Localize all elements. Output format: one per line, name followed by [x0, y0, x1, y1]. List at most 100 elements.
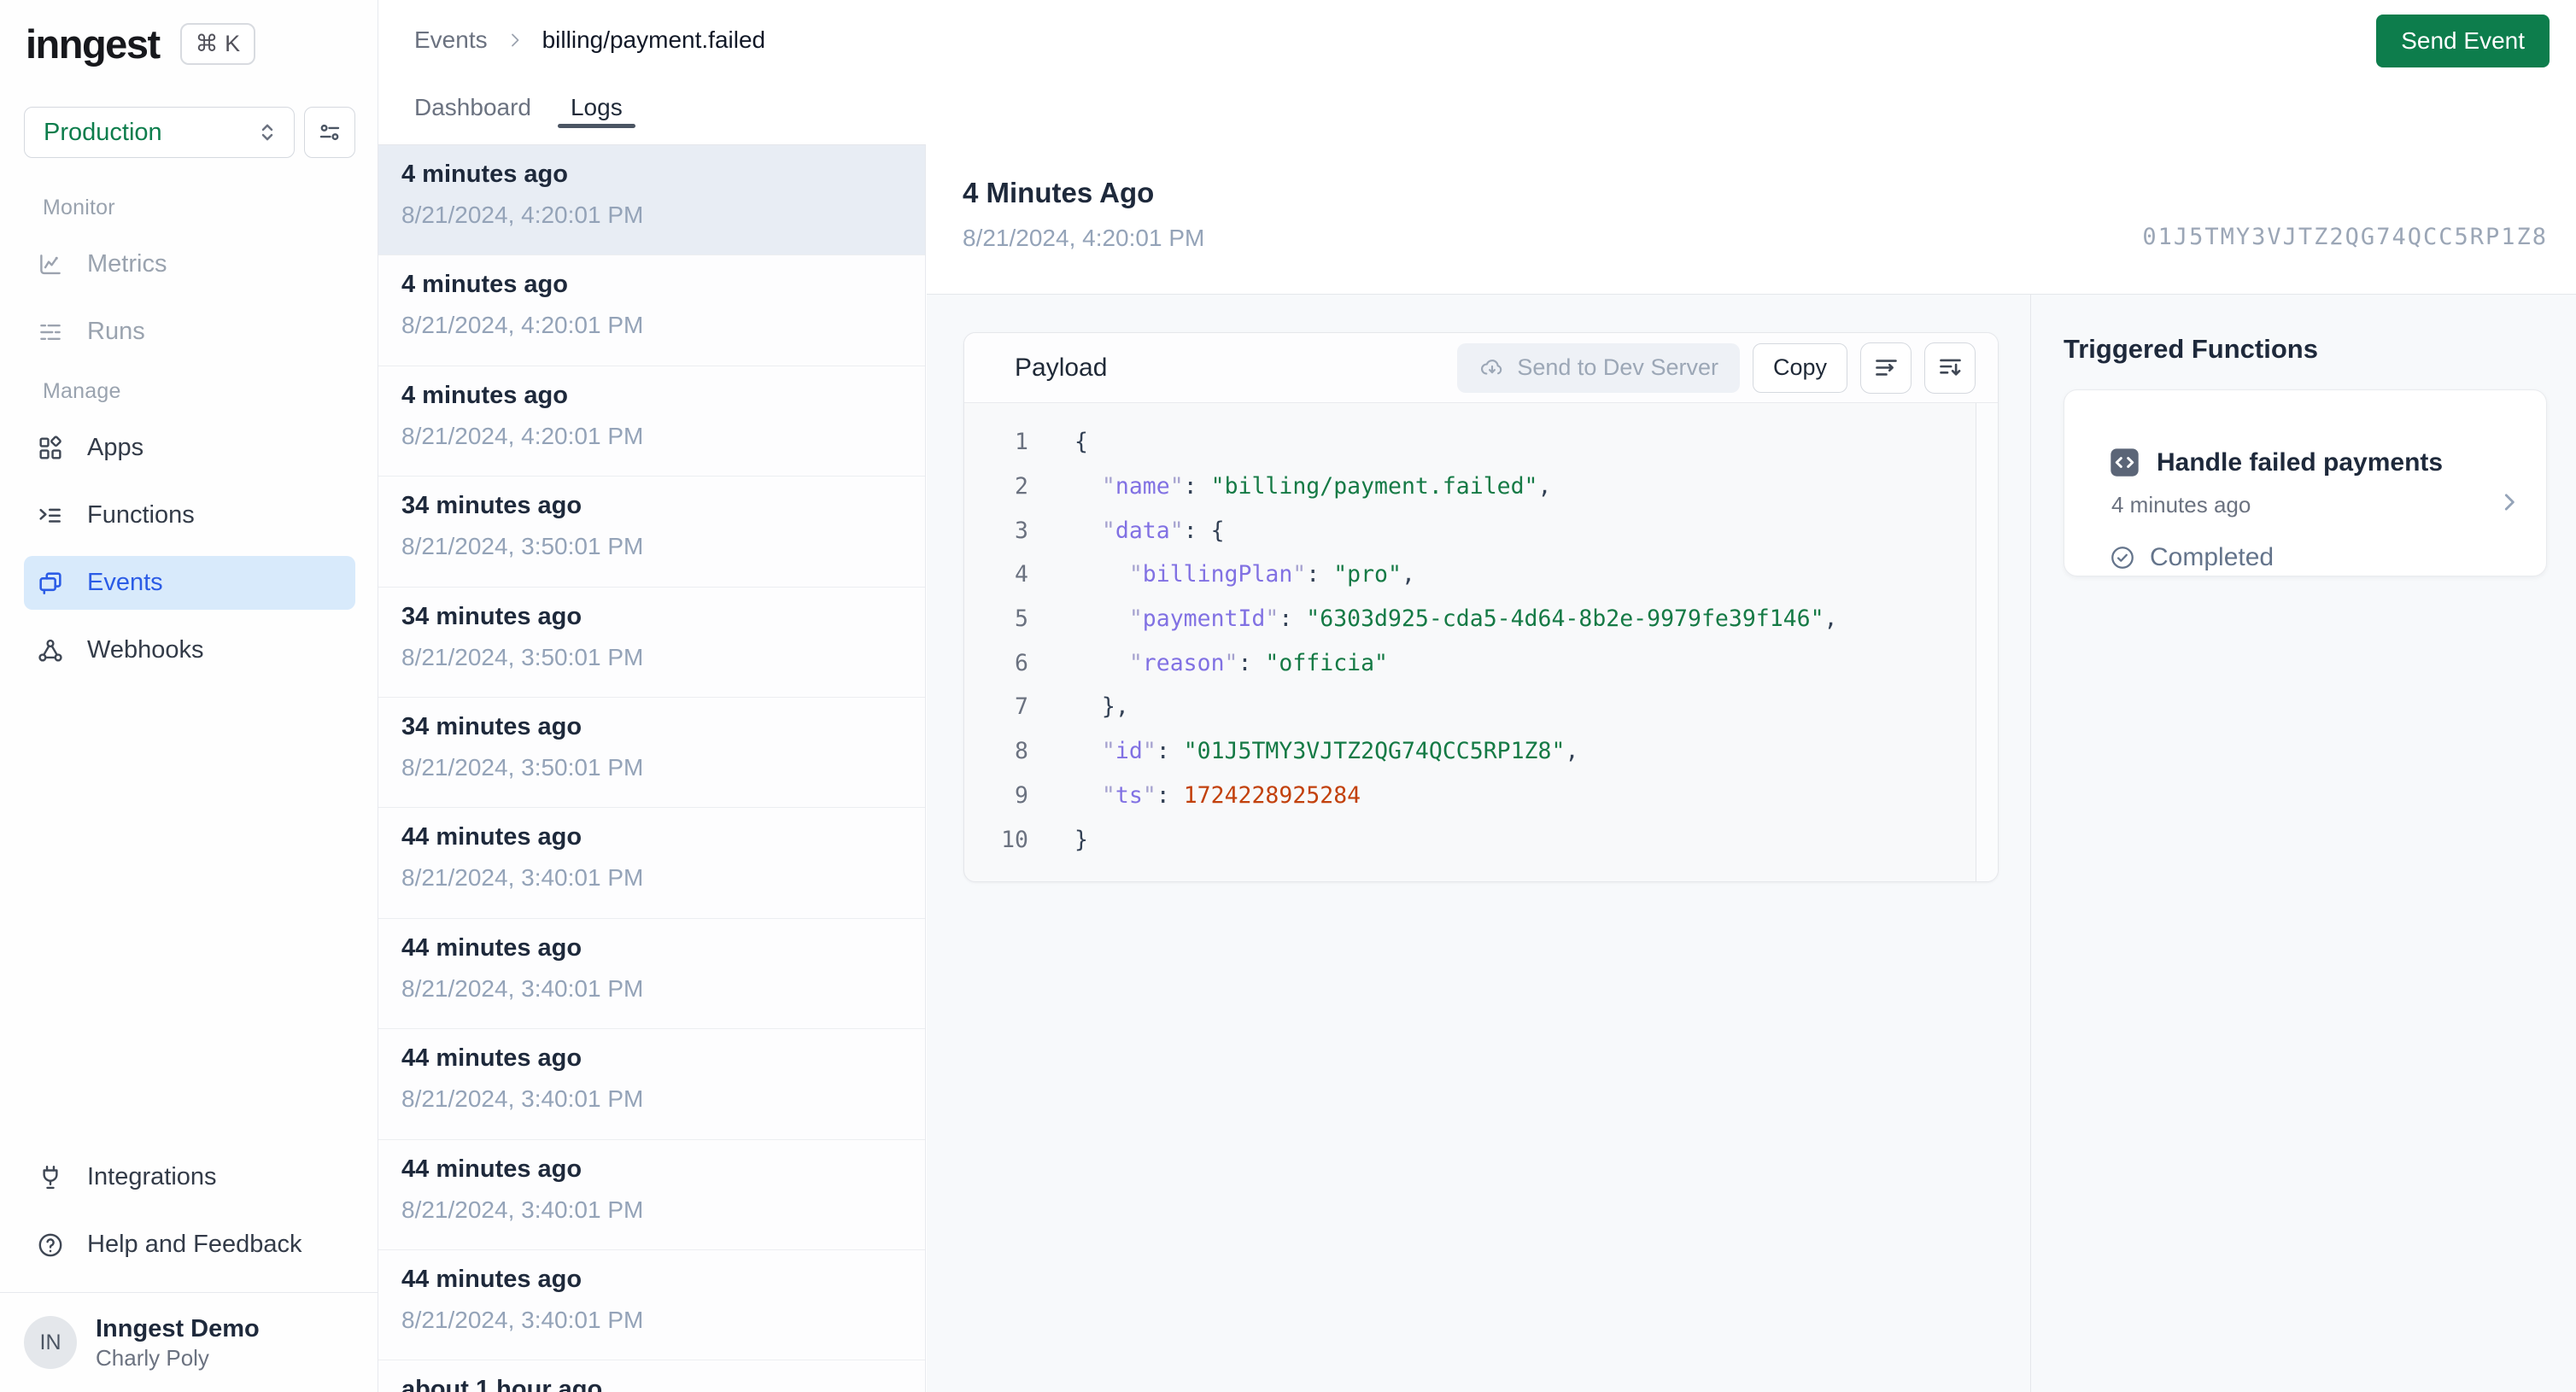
sidebar-item-label: Help and Feedback: [87, 1231, 302, 1258]
breadcrumb-events-link[interactable]: Events: [414, 26, 488, 54]
breadcrumb: Events billing/payment.failed: [414, 26, 765, 54]
event-timestamp: 8/21/2024, 3:40:01 PM: [401, 1306, 644, 1333]
command-palette-shortcut[interactable]: ⌘ K: [179, 23, 256, 65]
environment-value: Production: [44, 118, 162, 146]
sidebar-item-metrics[interactable]: Metrics: [24, 237, 355, 291]
code-line-text: "billingPlan": "pro",: [1128, 561, 1415, 588]
code-line-text: }: [1074, 826, 1088, 853]
event-relative-time: 34 minutes ago: [401, 492, 583, 520]
sidebar-item-label: Events: [87, 569, 163, 596]
function-run-time: 4 minutes ago: [2111, 492, 2251, 518]
sidebar-item-apps[interactable]: Apps: [24, 421, 355, 475]
event-list-item[interactable]: about 1 hour ago: [378, 1360, 925, 1392]
environment-select[interactable]: Production: [24, 107, 295, 158]
sidebar-nav: Monitor Metrics Runs Manage Apps Functions Eve…: [24, 195, 355, 691]
sidebar-footer: Integrations Help and Feedback: [24, 1150, 355, 1285]
event-timestamp: 8/21/2024, 3:50:01 PM: [401, 533, 644, 560]
event-timestamp: 8/21/2024, 3:40:01 PM: [401, 1085, 644, 1113]
nav-section-label: Monitor: [43, 196, 115, 219]
webhooks-icon: [36, 636, 65, 665]
sidebar-item-runs[interactable]: Runs: [24, 305, 355, 359]
code-line: 10}: [964, 817, 1998, 862]
nav-section: Monitor Metrics Runs: [24, 195, 355, 359]
event-list-item[interactable]: 44 minutes ago 8/21/2024, 3:40:01 PM: [378, 1140, 925, 1250]
code-line: 2 "name": "billing/payment.failed",: [964, 465, 1998, 509]
sidebar-item-functions[interactable]: Functions: [24, 488, 355, 542]
event-timestamp: 8/21/2024, 4:20:01 PM: [401, 312, 644, 339]
tab-dashboard[interactable]: Dashboard: [401, 87, 544, 128]
event-list-item[interactable]: 34 minutes ago 8/21/2024, 3:50:01 PM: [378, 698, 925, 809]
line-number: 3: [1015, 517, 1028, 544]
code-line: 1{: [964, 420, 1998, 465]
environment-settings-button[interactable]: [304, 107, 355, 158]
function-title-row: Handle failed payments: [2109, 447, 2443, 478]
scroll-to-bottom-icon: [1936, 354, 1964, 382]
line-number: 8: [1015, 738, 1028, 765]
function-status-label: Completed: [2150, 543, 2274, 571]
event-relative-time: 34 minutes ago: [401, 602, 583, 630]
code-line-text: {: [1074, 429, 1088, 456]
payload-title: Payload: [1015, 353, 1108, 382]
word-wrap-button[interactable]: [1860, 342, 1912, 394]
event-relative-time: 44 minutes ago: [401, 823, 583, 851]
event-list-item[interactable]: 44 minutes ago 8/21/2024, 3:40:01 PM: [378, 808, 925, 919]
sidebar-item-label: Functions: [87, 501, 195, 529]
event-timestamp: 8/21/2024, 3:50:01 PM: [401, 753, 644, 781]
sidebar-item-label: Apps: [87, 434, 144, 461]
code-line: 3 "data": {: [964, 508, 1998, 553]
apps-icon: [36, 434, 65, 463]
event-list-item[interactable]: 4 minutes ago 8/21/2024, 4:20:01 PM: [378, 145, 925, 256]
sidebar-item-label: Integrations: [87, 1163, 217, 1190]
send-to-dev-server-label: Send to Dev Server: [1517, 354, 1718, 380]
event-detail-body: Payload Send to Dev Server Copy 1{2 "nam…: [927, 295, 2576, 1392]
event-list-item[interactable]: 44 minutes ago 8/21/2024, 3:40:01 PM: [378, 919, 925, 1030]
payload-card: Payload Send to Dev Server Copy 1{2 "nam…: [963, 332, 1999, 882]
code-line-text: "ts": 1724228925284: [1101, 781, 1361, 809]
sidebar-item-integrations[interactable]: Integrations: [24, 1150, 355, 1204]
check-circle-icon: [2109, 544, 2136, 571]
send-event-button[interactable]: Send Event: [2376, 15, 2550, 67]
code-scrollbar[interactable]: [1976, 403, 1998, 881]
event-relative-time: 44 minutes ago: [401, 1155, 583, 1183]
event-list-item[interactable]: 34 minutes ago 8/21/2024, 3:50:01 PM: [378, 588, 925, 698]
line-number: 9: [1015, 781, 1028, 809]
event-log-list: 4 minutes ago 8/21/2024, 4:20:01 PM 4 minu…: [378, 144, 926, 1392]
code-line-text: "data": {: [1101, 517, 1225, 544]
scroll-to-bottom-button[interactable]: [1924, 342, 1976, 394]
sidebar-item-help-and-feedback[interactable]: Help and Feedback: [24, 1218, 355, 1272]
copy-button[interactable]: Copy: [1752, 342, 1847, 393]
event-list-item[interactable]: 34 minutes ago 8/21/2024, 3:50:01 PM: [378, 477, 925, 588]
sidebar-item-events[interactable]: Events: [24, 556, 355, 610]
tab-logs[interactable]: Logs: [557, 87, 635, 128]
breadcrumb-current: billing/payment.failed: [542, 26, 766, 53]
event-relative-time: about 1 hour ago: [401, 1376, 603, 1392]
sidebar-item-label: Runs: [87, 318, 145, 345]
code-line-text: },: [1101, 693, 1129, 721]
event-list-item[interactable]: 44 minutes ago 8/21/2024, 3:40:01 PM: [378, 1029, 925, 1140]
event-relative-time: 4 minutes ago: [401, 161, 568, 188]
event-list-item[interactable]: 4 minutes ago 8/21/2024, 4:20:01 PM: [378, 366, 925, 477]
user-menu[interactable]: IN Inngest Demo Charly Poly: [24, 1313, 355, 1372]
word-wrap-icon: [1872, 354, 1900, 382]
plug-icon: [36, 1163, 65, 1192]
line-number: 5: [1015, 605, 1028, 633]
event-list-item[interactable]: 44 minutes ago 8/21/2024, 3:40:01 PM: [378, 1250, 925, 1361]
line-number: 4: [1015, 561, 1028, 588]
sliders-icon: [316, 119, 343, 146]
inngest-logo[interactable]: inngest: [26, 20, 161, 67]
code-line: 7 },: [964, 685, 1998, 729]
user-info: Inngest Demo Charly Poly: [96, 1313, 260, 1372]
event-list-item[interactable]: 4 minutes ago 8/21/2024, 4:20:01 PM: [378, 255, 925, 366]
event-timestamp: 8/21/2024, 3:40:01 PM: [401, 974, 644, 1002]
send-to-dev-server-button[interactable]: Send to Dev Server: [1457, 342, 1740, 393]
triggered-functions-panel: Triggered Functions Handle failed paymen…: [2063, 295, 2576, 1392]
panel-divider: [2030, 295, 2031, 1392]
event-relative-time: 4 minutes ago: [401, 381, 568, 409]
sidebar-item-webhooks[interactable]: Webhooks: [24, 623, 355, 677]
triggered-function-card[interactable]: Handle failed payments 4 minutes ago Com…: [2064, 389, 2547, 576]
function-name: Handle failed payments: [2157, 447, 2444, 477]
code-line: 4 "billingPlan": "pro",: [964, 553, 1998, 597]
event-timestamp: 8/21/2024, 4:20:01 PM: [401, 202, 644, 228]
event-relative-time: 34 minutes ago: [401, 712, 583, 740]
triggered-functions-title: Triggered Functions: [2064, 334, 2318, 364]
